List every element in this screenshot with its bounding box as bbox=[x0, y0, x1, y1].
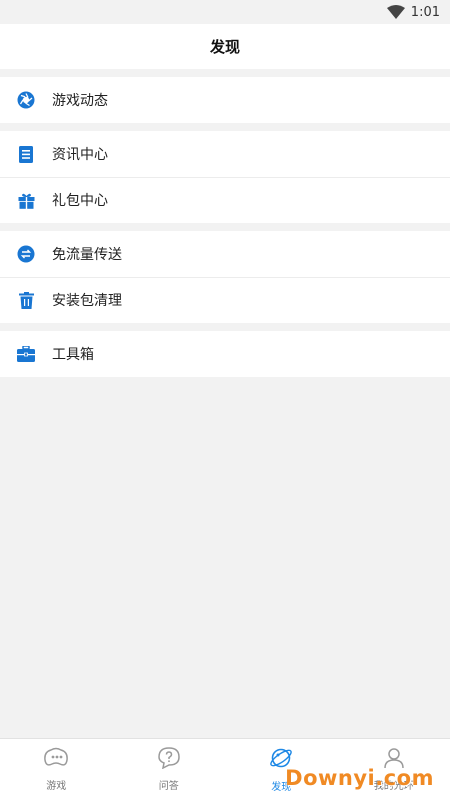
menu-item-free-transfer[interactable]: 免流量传送 bbox=[0, 231, 450, 277]
transfer-icon bbox=[17, 245, 35, 263]
tab-games[interactable]: 游戏 bbox=[0, 739, 113, 800]
menu-item-label: 资讯中心 bbox=[52, 147, 108, 163]
menu-item-news-center[interactable]: 资讯中心 bbox=[0, 131, 450, 177]
menu-group-2: 资讯中心 礼包中心 bbox=[0, 131, 450, 223]
clock: 1:01 bbox=[410, 4, 440, 20]
tab-label: 游戏 bbox=[46, 781, 67, 792]
menu-item-label: 礼包中心 bbox=[52, 193, 108, 209]
menu-item-gift-center[interactable]: 礼包中心 bbox=[0, 177, 450, 223]
menu-item-game-news[interactable]: 游戏动态 bbox=[0, 77, 450, 123]
question-icon bbox=[157, 747, 181, 773]
menu-list: 游戏动态 资讯中心 礼包中心 免流量传送 安装包清理 工具箱 bbox=[0, 77, 450, 385]
menu-item-label: 免流量传送 bbox=[52, 247, 122, 263]
menu-item-label: 安装包清理 bbox=[52, 293, 122, 309]
tab-qa[interactable]: 问答 bbox=[113, 739, 226, 800]
menu-item-apk-cleanup[interactable]: 安装包清理 bbox=[0, 277, 450, 323]
wifi-icon bbox=[386, 5, 405, 19]
gamepad-icon bbox=[43, 747, 69, 773]
menu-item-label: 工具箱 bbox=[52, 347, 94, 363]
tab-label: 问答 bbox=[158, 781, 179, 792]
menu-group-4: 工具箱 bbox=[0, 331, 450, 377]
trash-icon bbox=[17, 291, 35, 309]
watermark: Downyi.com bbox=[285, 766, 434, 790]
gift-icon bbox=[17, 191, 35, 209]
document-icon bbox=[17, 145, 35, 163]
menu-group-3: 免流量传送 安装包清理 bbox=[0, 231, 450, 323]
menu-item-toolbox[interactable]: 工具箱 bbox=[0, 331, 450, 377]
menu-item-label: 游戏动态 bbox=[52, 93, 108, 109]
status-bar: 1:01 bbox=[0, 0, 450, 24]
menu-group-1: 游戏动态 bbox=[0, 77, 450, 123]
page-header: 发现 bbox=[0, 24, 450, 69]
toolbox-icon bbox=[17, 345, 35, 363]
camera-shutter-icon bbox=[17, 91, 35, 109]
page-title: 发现 bbox=[209, 38, 240, 56]
